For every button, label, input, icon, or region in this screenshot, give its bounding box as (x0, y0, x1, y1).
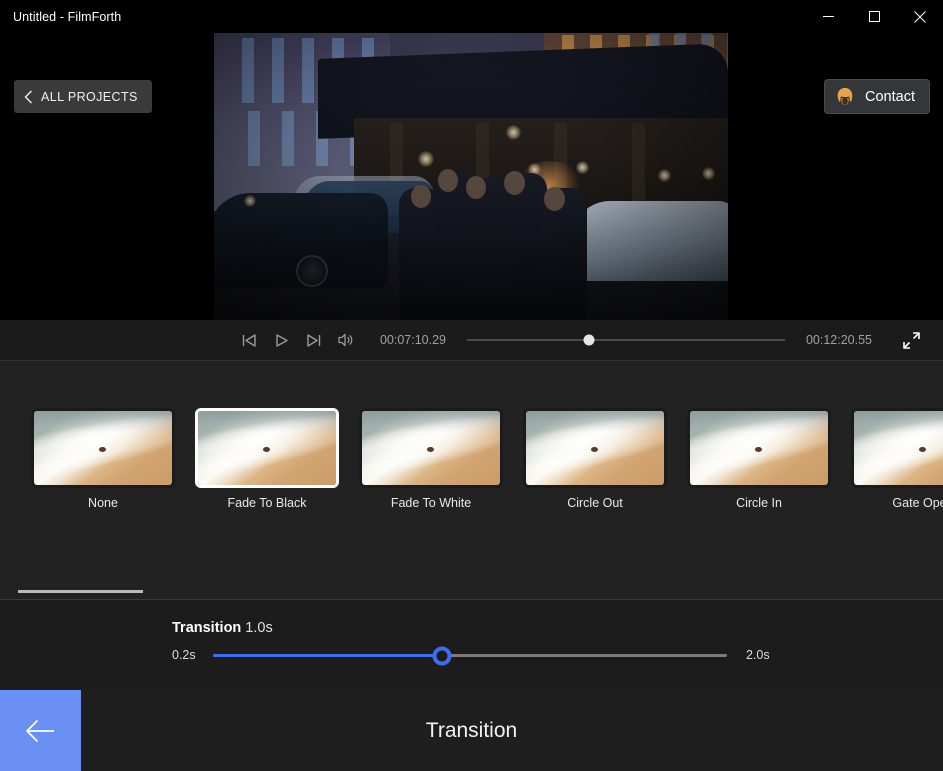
panel-bottom-divider (0, 599, 943, 600)
fullscreen-button[interactable] (893, 322, 929, 358)
transition-thumbnail (851, 408, 943, 488)
transition-thumbnail (687, 408, 831, 488)
title-bar: Untitled - FilmForth (0, 0, 943, 33)
transition-item-fade-to-white[interactable]: Fade To White (359, 408, 503, 510)
duration-slider-thumb[interactable] (432, 646, 451, 665)
beach-image (198, 411, 336, 485)
transition-thumbnail (195, 408, 339, 488)
total-time: 00:12:20.55 (803, 333, 875, 347)
transition-thumbnail (523, 408, 667, 488)
transition-label: None (88, 496, 118, 510)
current-time: 00:07:10.29 (377, 333, 449, 347)
volume-button[interactable] (329, 324, 361, 356)
close-icon (914, 11, 926, 23)
maximize-icon (869, 11, 880, 22)
player-control-bar: 00:07:10.29 00:12:20.55 (0, 320, 943, 360)
transitions-scrollbar[interactable] (0, 590, 943, 593)
duration-slider-fill (213, 654, 442, 657)
bottom-bar-title: Transition (0, 690, 943, 771)
skip-next-icon (305, 332, 322, 349)
transition-item-circle-out[interactable]: Circle Out (523, 408, 667, 510)
video-preview[interactable] (214, 33, 728, 320)
duration-min-label: 0.2s (172, 648, 196, 662)
transitions-panel: None Fade To Black (0, 361, 943, 600)
duration-slider-track[interactable] (213, 654, 727, 657)
transition-label: Fade To Black (228, 496, 307, 510)
transition-duration-section: Transition1.0s 0.2s 2.0s (0, 601, 943, 690)
avatar-icon (834, 86, 856, 108)
back-button[interactable] (0, 690, 81, 771)
contact-button[interactable]: Contact (824, 79, 930, 114)
transition-list: None Fade To Black (31, 408, 943, 510)
transition-label: Circle In (736, 496, 782, 510)
beach-image (34, 411, 172, 485)
minimize-icon (823, 11, 834, 22)
transitions-scrollbar-thumb[interactable] (18, 590, 143, 593)
all-projects-label: ALL PROJECTS (41, 90, 138, 104)
beach-image (362, 411, 500, 485)
chevron-left-icon (24, 90, 33, 104)
window-title: Untitled - FilmForth (13, 10, 121, 24)
next-frame-button[interactable] (297, 324, 329, 356)
bottom-bar: Transition (0, 690, 943, 771)
transition-item-none[interactable]: None (31, 408, 175, 510)
transition-item-gate-open[interactable]: Gate Open (851, 408, 943, 510)
filmforth-window: Untitled - FilmForth (0, 0, 943, 771)
volume-icon (336, 331, 354, 349)
previous-frame-button[interactable] (233, 324, 265, 356)
beach-image (526, 411, 664, 485)
fullscreen-icon (902, 331, 921, 350)
transition-item-circle-in[interactable]: Circle In (687, 408, 831, 510)
play-icon (273, 332, 290, 349)
playback-progress-thumb[interactable] (584, 335, 595, 346)
duration-max-label: 2.0s (746, 648, 770, 662)
transition-thumbnail (359, 408, 503, 488)
all-projects-button[interactable]: ALL PROJECTS (14, 80, 152, 113)
transition-item-fade-to-black[interactable]: Fade To Black (195, 408, 339, 510)
duration-title-label: Transition (172, 620, 241, 636)
window-controls (805, 0, 943, 33)
duration-value: 1.0s (245, 620, 272, 636)
transition-thumbnail (31, 408, 175, 488)
video-vignette (214, 33, 728, 320)
transition-label: Circle Out (567, 496, 623, 510)
beach-image (690, 411, 828, 485)
maximize-button[interactable] (851, 0, 897, 33)
duration-title: Transition1.0s (172, 620, 273, 636)
contact-label: Contact (865, 89, 915, 105)
playback-progress-track[interactable] (467, 339, 785, 341)
transition-label: Gate Open (892, 496, 943, 510)
arrow-left-icon (23, 716, 59, 746)
skip-previous-icon (241, 332, 258, 349)
play-button[interactable] (265, 324, 297, 356)
transition-label: Fade To White (391, 496, 471, 510)
close-button[interactable] (897, 0, 943, 33)
preview-area: ALL PROJECTS Contact (0, 33, 943, 320)
beach-image (854, 411, 943, 485)
minimize-button[interactable] (805, 0, 851, 33)
